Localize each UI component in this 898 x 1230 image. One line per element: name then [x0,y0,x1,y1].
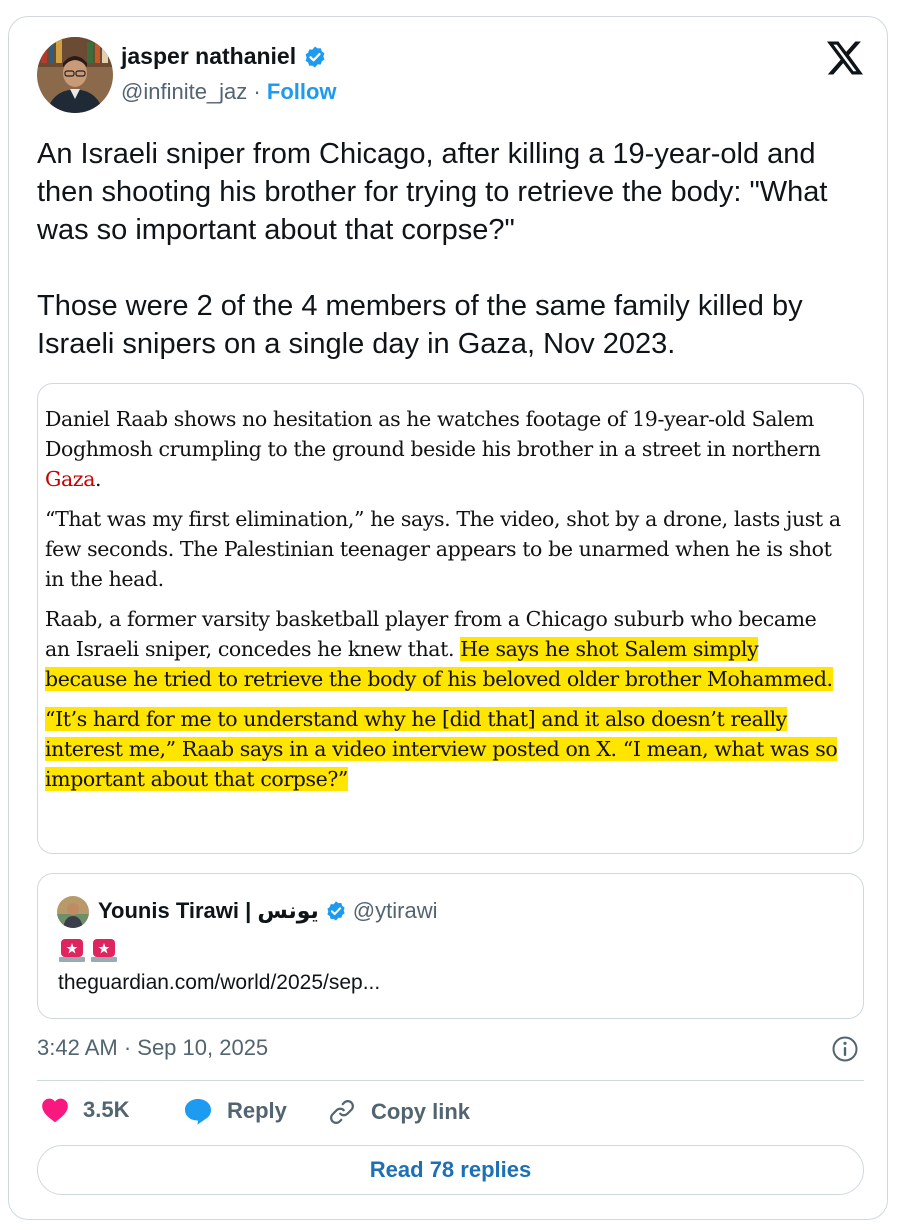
copy-link-label: Copy link [371,1099,471,1124]
quoted-tweet[interactable]: Younis Tirawi | يونس @ytirawi theguardia… [37,873,864,1019]
like-button[interactable]: 3.5K [41,1097,129,1123]
heart-icon [42,1098,68,1123]
copy-link-button[interactable]: Copy link [327,1097,470,1127]
article-paragraph-4: “It’s hard for me to understand why he [… [45,704,845,794]
article-paragraph-3: Raab, a former varsity basketball player… [45,607,833,691]
article-paragraph-1: Daniel Raab shows no hesitation as he wa… [45,407,821,491]
author-handle[interactable]: @infinite_jaz [121,79,247,104]
handle-separator: · [253,79,261,104]
article-gaza-link: Gaza [45,467,96,491]
tweet-timestamp[interactable]: 3:42 AM · Sep 10, 2025 [37,1035,268,1061]
author-avatar[interactable] [37,37,113,113]
link-icon [330,1100,354,1124]
article-paragraph-2: “That was my first elimination,” he says… [45,507,841,591]
divider [37,1080,864,1081]
like-count: 3.5K [83,1097,130,1122]
info-icon[interactable] [831,1035,859,1063]
siren-icon [91,939,117,962]
x-logo-icon[interactable] [827,41,863,75]
quoted-author: Younis Tirawi | يونس @ytirawi [98,898,437,924]
quoted-author-avatar [57,896,89,928]
quoted-emoji [58,936,118,964]
article-screenshot-image[interactable]: Daniel Raab shows no hesitation as he wa… [37,383,864,854]
quoted-author-handle: @ytirawi [352,898,438,923]
quoted-link[interactable]: theguardian.com/world/2025/sep... [58,971,380,995]
siren-icon [59,939,85,962]
author-name[interactable]: jasper nathaniel [121,43,327,70]
reply-button[interactable]: Reply [183,1097,287,1125]
read-replies-label: Read 78 replies [369,1157,532,1182]
reply-bubble-icon [185,1099,211,1125]
read-replies-button[interactable]: Read 78 replies [37,1145,864,1195]
tweet-text: An Israeli sniper from Chicago, after ki… [37,138,828,360]
verified-badge-icon [305,46,325,67]
author-handle-row: @infinite_jaz · Follow [121,79,337,105]
article-highlight-2: “It’s hard for me to understand why he [… [45,707,838,791]
verified-badge-icon [327,901,345,921]
reply-label: Reply [227,1098,287,1123]
quoted-author-name: Younis Tirawi | يونس [98,898,319,923]
tweet-embed-card: jasper nathaniel @infinite_jaz · Follow … [8,16,888,1220]
follow-button[interactable]: Follow [267,79,337,104]
author-name-text: jasper nathaniel [121,43,297,69]
